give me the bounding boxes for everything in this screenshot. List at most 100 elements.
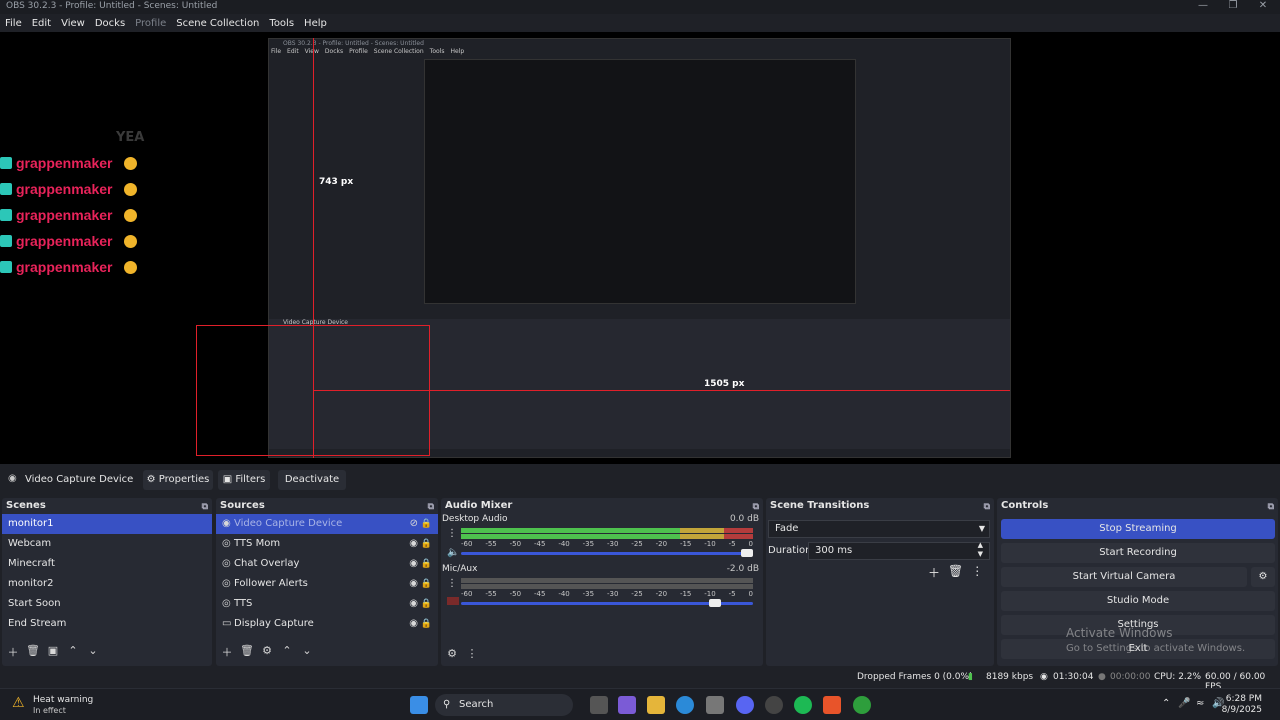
menu-docks[interactable]: Docks: [90, 15, 130, 32]
add-icon[interactable]: ＋: [6, 644, 20, 660]
filter-icon[interactable]: ▣: [46, 644, 60, 660]
chevron-down-icon[interactable]: ⌄: [86, 644, 100, 660]
chat-overlay: grappenmaker grappenmaker grappenmaker g…: [0, 150, 180, 280]
discord-icon[interactable]: [736, 696, 754, 714]
kebab-menu-icon[interactable]: ⋮: [465, 647, 479, 660]
selection-box[interactable]: [196, 325, 430, 456]
scene-item[interactable]: monitor2: [2, 574, 212, 594]
add-icon[interactable]: ＋: [220, 644, 234, 660]
virtual-camera-settings-button[interactable]: ⚙: [1251, 567, 1275, 587]
kebab-menu-icon[interactable]: ⋮: [447, 578, 457, 589]
taskbar-clock[interactable]: 6:28 PM 8/9/2025: [1222, 694, 1262, 716]
eye-icon[interactable]: ◉: [409, 554, 418, 574]
scene-item[interactable]: Webcam: [2, 534, 212, 554]
source-item[interactable]: ◎ Chat Overlay ◉ 🔒: [216, 554, 438, 574]
meter-tick-label: -15: [679, 540, 692, 548]
microphone-icon[interactable]: 🎤: [1178, 698, 1190, 709]
deactivate-button[interactable]: Deactivate: [278, 470, 346, 490]
menu-file[interactable]: File: [0, 15, 27, 32]
menu-edit[interactable]: Edit: [27, 15, 56, 32]
duration-label: Duration: [768, 545, 812, 556]
trash-icon[interactable]: 🗑: [240, 644, 254, 660]
measure-label-vertical: 743 px: [319, 177, 354, 187]
volume-slider[interactable]: [461, 549, 754, 557]
gear-icon[interactable]: ⚙: [260, 644, 274, 660]
windows-start-icon[interactable]: [410, 696, 428, 714]
menu-view[interactable]: View: [56, 15, 90, 32]
audio-mixer-title: Audio Mixer ⧉: [441, 498, 763, 514]
chat-badge-icon: [0, 157, 12, 169]
scene-item[interactable]: monitor1: [2, 514, 212, 534]
menu-tools[interactable]: Tools: [264, 15, 299, 32]
volume-slider[interactable]: [461, 599, 753, 607]
add-icon[interactable]: ＋: [928, 564, 940, 581]
chevron-up-icon[interactable]: ⌃: [280, 644, 294, 660]
transition-select[interactable]: Fade ▼: [768, 520, 990, 538]
emoji-icon: [124, 234, 138, 248]
file-explorer-icon[interactable]: [647, 696, 665, 714]
lock-icon: 🔒: [420, 559, 432, 569]
popout-icon: ⧉: [201, 502, 208, 512]
preview-canvas[interactable]: YEA grappenmaker grappenmaker grappenmak…: [0, 32, 1280, 464]
source-item[interactable]: ▭ Display Capture ◉ 🔒: [216, 614, 438, 634]
speaker-icon[interactable]: 🔈: [447, 547, 459, 558]
taskbar-search[interactable]: ⚲ Search: [435, 694, 573, 716]
advanced-audio-icon[interactable]: ⚙: [445, 647, 459, 660]
gear-icon: ⚙: [1258, 571, 1268, 582]
chevron-up-icon[interactable]: ⌃: [66, 644, 80, 660]
maximize-icon[interactable]: ❐: [1218, 0, 1248, 11]
wifi-icon[interactable]: ≈: [1196, 698, 1204, 709]
scene-item[interactable]: End Stream: [2, 614, 212, 634]
trash-icon[interactable]: 🗑: [26, 644, 40, 660]
mixer-toolbar: ⚙ ⋮: [445, 647, 479, 660]
chevron-down-icon[interactable]: ⌄: [300, 644, 314, 660]
task-view-icon[interactable]: [590, 696, 608, 714]
minimize-icon[interactable]: —: [1188, 0, 1218, 11]
meter-tick-label: -60: [461, 590, 473, 598]
menu-scene-collection[interactable]: Scene Collection: [171, 15, 264, 32]
filters-button[interactable]: ▣ Filters: [218, 470, 270, 490]
chevron-up-icon[interactable]: ⌃: [1162, 698, 1170, 709]
source-item[interactable]: ◎ Follower Alerts ◉ 🔒: [216, 574, 438, 594]
kebab-menu-icon[interactable]: ⋮: [971, 564, 983, 581]
copilot-icon[interactable]: [618, 696, 636, 714]
emoji-icon: [124, 208, 138, 222]
properties-button[interactable]: ⚙ Properties: [143, 470, 213, 490]
close-icon[interactable]: ✕: [1248, 0, 1278, 11]
obs-icon[interactable]: [765, 696, 783, 714]
scenes-title: Scenes ⧉: [2, 498, 212, 514]
studio-mode-button[interactable]: Studio Mode: [1001, 591, 1275, 611]
source-item[interactable]: ◉ Video Capture Device ⊘ 🔒: [216, 514, 438, 534]
spotify-icon[interactable]: [794, 696, 812, 714]
xbox-icon[interactable]: [853, 696, 871, 714]
muted-speaker-icon[interactable]: [447, 597, 459, 605]
scene-item[interactable]: Minecraft: [2, 554, 212, 574]
trash-icon[interactable]: 🗑: [948, 564, 963, 581]
chat-message: grappenmaker: [0, 176, 180, 202]
duration-input[interactable]: 300 ms ▲ ▼: [808, 541, 990, 560]
start-recording-button[interactable]: Start Recording: [1001, 543, 1275, 563]
scene-item[interactable]: Start Soon: [2, 594, 212, 614]
brave-icon[interactable]: [823, 696, 841, 714]
activate-watermark-title: Activate Windows: [1066, 626, 1173, 640]
menu-bar: File Edit View Docks Profile Scene Collection…: [0, 15, 1280, 32]
sources-title: Sources ⧉: [216, 498, 438, 514]
eye-icon[interactable]: ◉: [409, 574, 418, 594]
meter-tick-label: -45: [533, 590, 546, 598]
stop-streaming-button[interactable]: Stop Streaming: [1001, 519, 1275, 539]
eye-icon[interactable]: ◉: [409, 534, 418, 554]
source-item[interactable]: ◎ TTS Mom ◉ 🔒: [216, 534, 438, 554]
kebab-menu-icon[interactable]: ⋮: [447, 528, 457, 539]
eye-icon[interactable]: ◉: [409, 614, 418, 634]
source-toolbar: ◉ Video Capture Device ⚙ Properties ▣ Fi…: [0, 470, 1280, 492]
browser-icon: ◎: [222, 598, 231, 609]
eye-icon[interactable]: ◉: [409, 594, 418, 614]
browser-icon: ◎: [222, 538, 231, 549]
edge-icon[interactable]: [676, 696, 694, 714]
menu-help[interactable]: Help: [299, 15, 332, 32]
source-item[interactable]: ◎ TTS ◉ 🔒: [216, 594, 438, 614]
menu-profile[interactable]: Profile: [130, 15, 171, 32]
store-icon[interactable]: [706, 696, 724, 714]
meter-tick-label: -20: [655, 540, 668, 548]
start-virtual-camera-button[interactable]: Start Virtual Camera: [1001, 567, 1247, 587]
